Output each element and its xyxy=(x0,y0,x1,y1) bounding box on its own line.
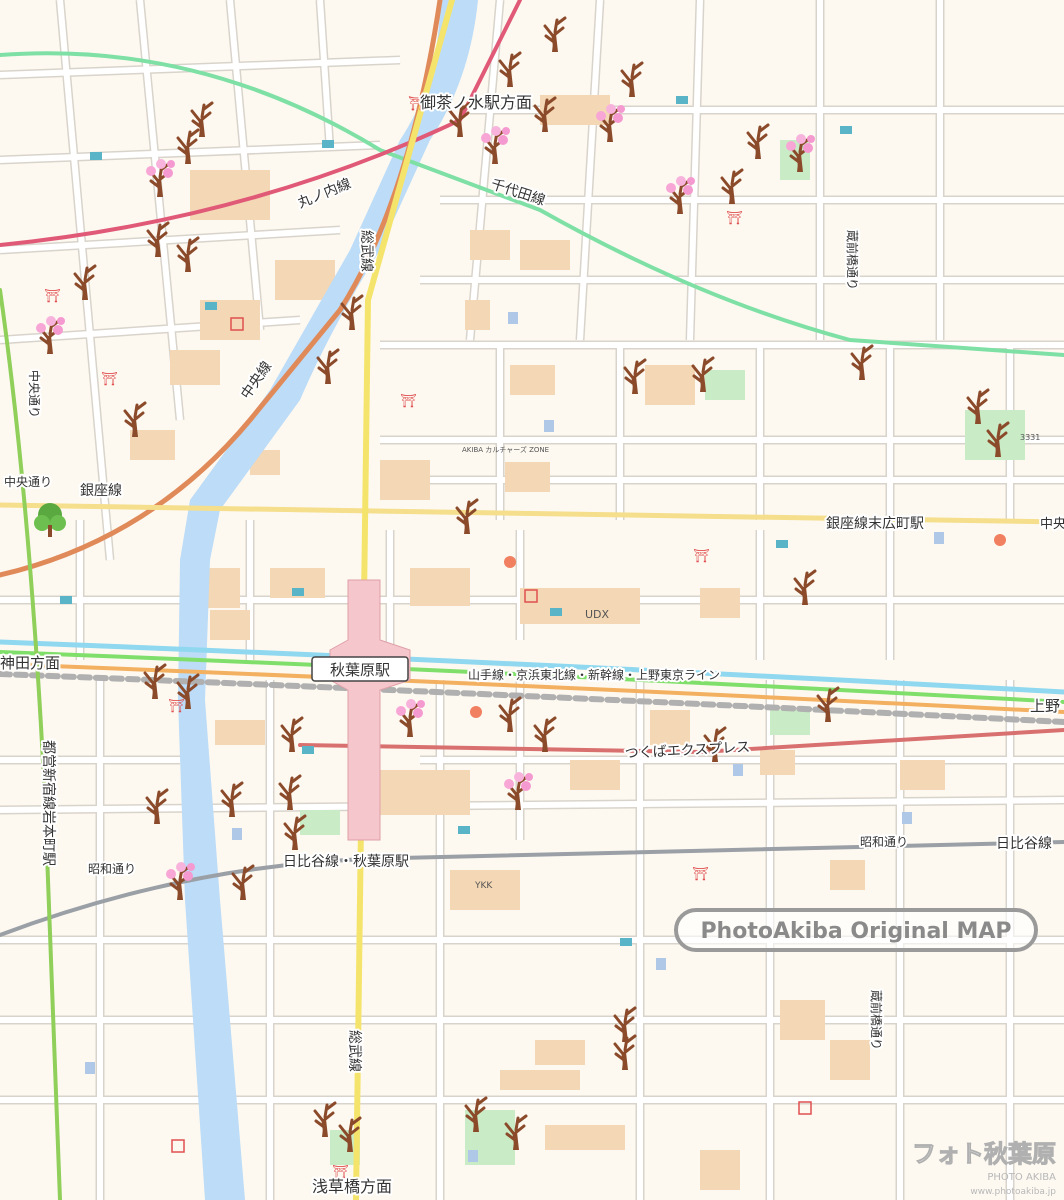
restaurant-icon xyxy=(504,556,516,568)
suehirocho-label: 銀座線末広町駅 xyxy=(826,516,924,532)
kuramae-dori-north-label: 蔵前橋通り xyxy=(845,230,860,290)
pocket-3331-label: 3331 xyxy=(1020,433,1040,442)
kuramae-dori-south-label: 蔵前橋通り xyxy=(869,990,884,1050)
ykk-label: YKK xyxy=(474,881,493,891)
map-canvas[interactable]: 秋葉原駅 ⛩ ⛩ ⛩ ⛩ ⛩ ⛩ ⛩ ⛩ ⛩ 御茶ノ水駅方面 神田方面 浅草橋方… xyxy=(0,0,1064,1200)
torii-icon: ⛩ xyxy=(692,866,709,882)
toilet-icon xyxy=(902,812,912,824)
subway-exit-icon xyxy=(676,96,688,104)
hibiya-caption: 日比谷線・秋葉原駅 xyxy=(283,854,409,870)
toilet-icon xyxy=(85,1062,95,1074)
ochanomizu-label: 御茶ノ水駅方面 xyxy=(420,93,532,112)
logo-sub-text: PHOTO AKIBA xyxy=(987,1172,1056,1183)
torii-icon: ⛩ xyxy=(168,698,185,714)
logo-url-text: www.photoakiba.jp xyxy=(970,1187,1056,1197)
banner-text: PhotoAkiba Original MAP xyxy=(700,919,1011,944)
restaurant-icon xyxy=(470,706,482,718)
toilet-icon xyxy=(232,828,242,840)
toilet-icon xyxy=(508,312,518,324)
showa-dori-right-label: 昭和通り xyxy=(860,835,908,849)
subway-exit-icon xyxy=(840,126,852,134)
photoakiba-banner: PhotoAkiba Original MAP xyxy=(674,908,1038,952)
asakusabashi-label: 浅草橋方面 xyxy=(312,1177,392,1196)
subway-exit-icon xyxy=(458,826,470,834)
toilet-icon xyxy=(934,532,944,544)
station-label: 秋葉原駅 xyxy=(330,661,390,679)
torii-icon: ⛩ xyxy=(400,393,417,409)
subway-exit-icon xyxy=(322,140,334,148)
ginza-line-label: 銀座線 xyxy=(80,483,122,499)
subway-exit-icon xyxy=(90,152,102,160)
chuo-dori-vertical-label: 中央通り xyxy=(27,370,42,418)
yamanote-caption: 山手線・京浜東北線・新幹線・上野東京ライン xyxy=(468,667,720,682)
hibiya-line-label-right: 日比谷線 xyxy=(996,836,1052,852)
subway-exit-icon xyxy=(292,588,304,596)
ueno-label: 上野 xyxy=(1030,697,1060,715)
subway-exit-icon xyxy=(60,596,72,604)
toilet-icon xyxy=(733,764,743,776)
restaurant-icon xyxy=(994,534,1006,546)
park-3331 xyxy=(965,410,1025,460)
subway-exit-icon xyxy=(776,540,788,548)
chuo-dori-label: 中央通り xyxy=(4,474,52,489)
kanda-label: 神田方面 xyxy=(0,654,60,672)
chuo-dori-right-label: 中央 xyxy=(1040,517,1064,532)
subway-exit-icon xyxy=(302,746,314,754)
subway-exit-icon xyxy=(550,608,562,616)
toei-shinjuku-label: 都営新宿線岩本町駅 xyxy=(40,740,57,866)
logo-text: フォト秋葉原 xyxy=(912,1140,1056,1168)
subway-exit-icon xyxy=(205,302,217,310)
toilet-icon xyxy=(656,958,666,970)
torii-icon: ⛩ xyxy=(693,548,710,564)
akiba-zone-label: AKIBA カルチャーズ ZONE xyxy=(462,445,549,454)
udx-label: UDX xyxy=(585,608,610,621)
sobu-line-label-south: 総武線 xyxy=(346,1030,362,1072)
toilet-icon xyxy=(544,420,554,432)
sobu-line-label-north: 総武線 xyxy=(358,230,374,272)
toilet-icon xyxy=(468,1150,478,1162)
subway-exit-icon xyxy=(620,938,632,946)
torii-icon: ⛩ xyxy=(726,210,743,226)
torii-icon: ⛩ xyxy=(44,288,61,304)
showa-dori-left-label: 昭和通り xyxy=(88,862,136,876)
torii-icon: ⛩ xyxy=(101,371,118,387)
